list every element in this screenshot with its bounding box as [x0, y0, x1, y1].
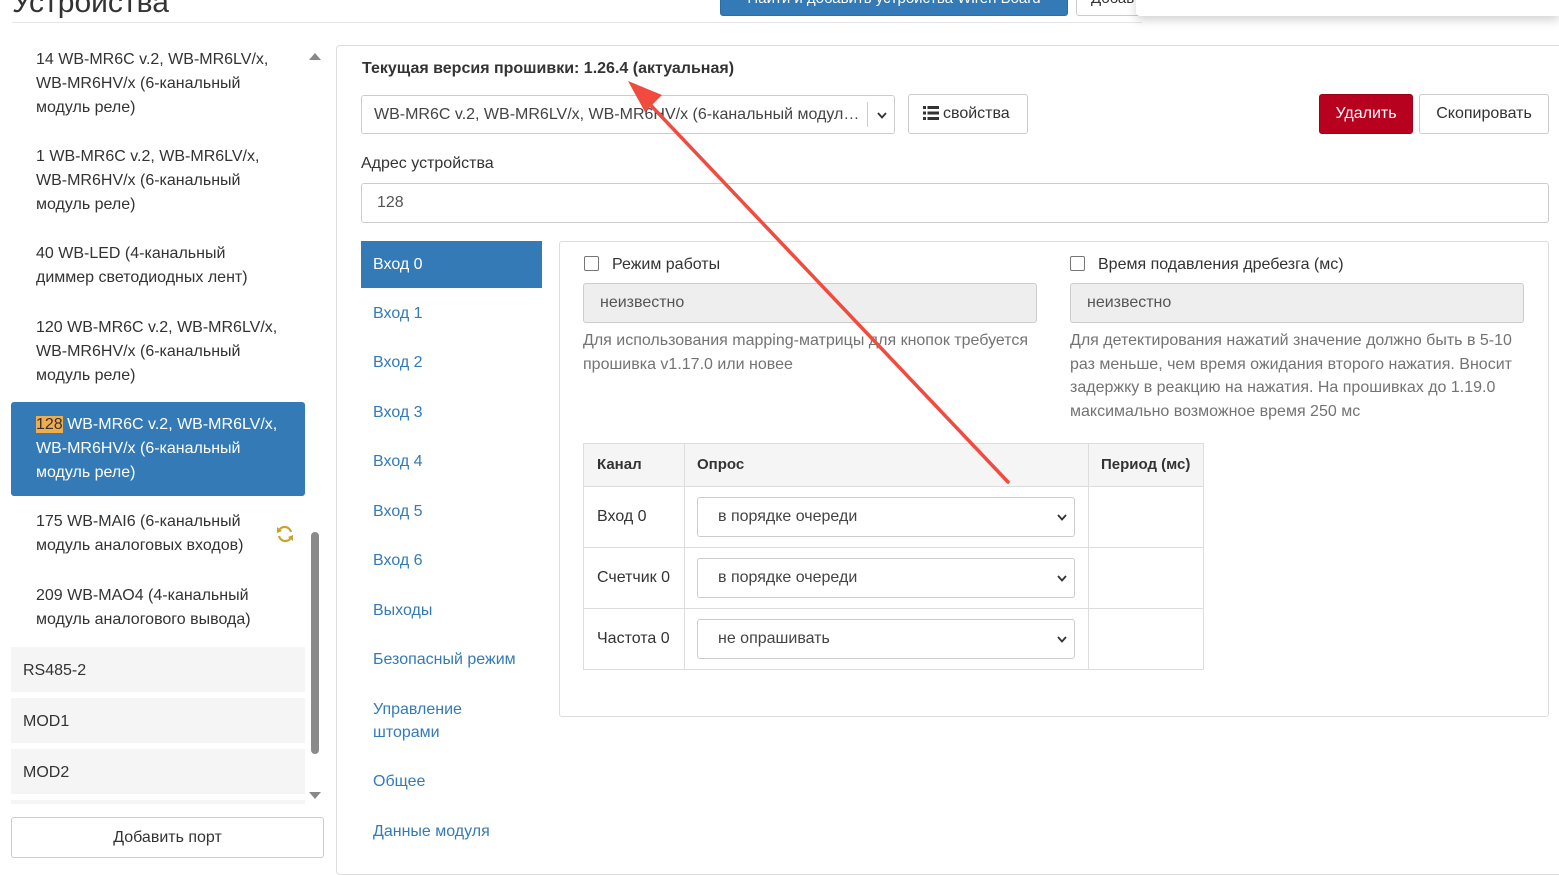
device-list: 14 WB-MR6C v.2, WB-MR6LV/x, WB-MR6HV/x (…	[11, 42, 305, 804]
scroll-up-arrow-icon[interactable]	[308, 50, 322, 64]
properties-button[interactable]: свойства	[908, 94, 1028, 134]
device-item-label: 1 WB-MR6C v.2, WB-MR6LV/x, WB-MR6HV/x (6…	[36, 148, 260, 213]
tab-shutter-control[interactable]: Управление шторами	[361, 698, 501, 744]
row-divider	[584, 608, 1203, 609]
column-divider	[684, 444, 685, 669]
chevron-down-icon	[1057, 575, 1067, 582]
tab-input-3[interactable]: Вход 3	[361, 401, 542, 424]
column-divider	[1088, 444, 1089, 669]
tab-module-data[interactable]: Данные модуля	[361, 820, 542, 843]
copy-button[interactable]: Скопировать	[1419, 94, 1549, 134]
tab-input-2[interactable]: Вход 2	[361, 351, 542, 374]
poll-select-value: в порядке очереди	[718, 508, 858, 525]
device-item-label: 175 WB-MAI6 (6-канальный модуль аналогов…	[36, 513, 244, 554]
address-label: Адрес устройства	[361, 155, 494, 172]
chevron-down-icon	[1057, 514, 1067, 521]
port-item-rs485-2[interactable]: RS485-2	[11, 647, 305, 695]
column-header-poll: Опрос	[697, 456, 745, 473]
row-divider	[584, 547, 1203, 548]
table-row-channel: Вход 0	[597, 508, 647, 525]
poll-select[interactable]: не опрашивать	[697, 619, 1075, 659]
scrollbar-thumb[interactable]	[311, 532, 319, 754]
find-devices-button[interactable]: Найти и добавить устройства Wiren Board	[720, 0, 1068, 16]
tab-input-1[interactable]: Вход 1	[361, 302, 542, 325]
device-item-label: 209 WB-MAO4 (4-канальный модуль аналогов…	[36, 587, 251, 628]
debounce-label: Время подавления дребезга (мс)	[1098, 256, 1344, 273]
device-item-40[interactable]: 40 WB-LED (4-канальный диммер светодиодн…	[11, 242, 305, 290]
tab-safe-mode[interactable]: Безопасный режим	[361, 648, 542, 671]
sync-icon	[277, 525, 293, 543]
table-row-channel: Счетчик 0	[597, 569, 671, 586]
tab-input-6[interactable]: Вход 6	[361, 549, 542, 572]
port-item-mod2[interactable]: MOD2	[11, 749, 305, 797]
firmware-version-label: Текущая версия прошивки: 1.26.4 (актуаль…	[362, 60, 735, 77]
address-input[interactable]: 128	[361, 183, 1549, 223]
mode-checkbox[interactable]	[584, 256, 599, 271]
header-divider	[12, 22, 1142, 23]
mode-help-text: Для использования mapping-матрицы для кн…	[583, 332, 1029, 373]
poll-select-value: в порядке очереди	[718, 569, 858, 586]
device-item-128-selected[interactable]: 128 WB-MR6C v.2, WB-MR6LV/x, WB-MR6HV/x …	[11, 402, 305, 496]
device-item-label: 14 WB-MR6C v.2, WB-MR6LV/x, WB-MR6HV/x (…	[36, 51, 269, 116]
table-row-channel: Частота 0	[597, 630, 670, 647]
device-item-175[interactable]: 175 WB-MAI6 (6-канальный модуль аналогов…	[11, 510, 305, 558]
device-item-1[interactable]: 1 WB-MR6C v.2, WB-MR6LV/x, WB-MR6HV/x (6…	[11, 145, 305, 217]
page-title: Устройства	[12, 0, 169, 19]
mode-value-field: неизвестно	[583, 283, 1037, 323]
mode-label: Режим работы	[612, 256, 721, 273]
device-address-highlight: 128	[36, 416, 63, 433]
chevron-down-icon	[1057, 636, 1067, 643]
debounce-checkbox[interactable]	[1070, 256, 1085, 271]
device-item-label: 40 WB-LED (4-канальный диммер светодиодн…	[36, 245, 248, 286]
chevron-down-icon	[877, 111, 887, 119]
tab-general[interactable]: Общее	[361, 770, 542, 793]
device-item-120[interactable]: 120 WB-MR6C v.2, WB-MR6LV/x, WB-MR6HV/x …	[11, 316, 305, 388]
device-item-209[interactable]: 209 WB-MAO4 (4-канальный модуль аналогов…	[11, 584, 305, 632]
device-type-select-value: WB-MR6C v.2, WB-MR6LV/x, WB-MR6HV/x (6-к…	[374, 106, 864, 123]
poll-select[interactable]: в порядке очереди	[697, 558, 1075, 598]
tab-input-0[interactable]: Вход 0	[361, 241, 542, 288]
delete-button[interactable]: Удалить	[1319, 94, 1413, 134]
select-separator	[867, 102, 868, 127]
column-header-channel: Канал	[597, 456, 642, 473]
list-icon	[923, 106, 939, 120]
device-type-select[interactable]: WB-MR6C v.2, WB-MR6LV/x, WB-MR6HV/x (6-к…	[361, 95, 895, 134]
properties-button-label: свойства	[943, 105, 1010, 122]
device-item-label: WB-MR6C v.2, WB-MR6LV/x, WB-MR6HV/x (6-к…	[36, 416, 278, 481]
port-item-mod1[interactable]: MOD1	[11, 698, 305, 746]
tab-input-5[interactable]: Вход 5	[361, 500, 542, 523]
tab-outputs[interactable]: Выходы	[361, 599, 542, 622]
debounce-help-text: Для детектирования нажатий значение долж…	[1070, 332, 1512, 420]
column-header-period: Период (мс)	[1101, 456, 1191, 473]
port-item-partial	[11, 800, 305, 804]
device-item-14[interactable]: 14 WB-MR6C v.2, WB-MR6LV/x, WB-MR6HV/x (…	[11, 48, 305, 120]
debounce-value-field: неизвестно	[1070, 283, 1524, 323]
scroll-down-arrow-icon[interactable]	[308, 788, 322, 802]
add-port-button[interactable]: Добавить порт	[11, 817, 324, 858]
tab-input-4[interactable]: Вход 4	[361, 450, 542, 473]
device-item-label: 120 WB-MR6C v.2, WB-MR6LV/x, WB-MR6HV/x …	[36, 319, 278, 384]
poll-select-value: не опрашивать	[718, 630, 830, 647]
poll-select[interactable]: в порядке очереди	[697, 497, 1075, 537]
dropdown-popup	[1136, 0, 1559, 16]
